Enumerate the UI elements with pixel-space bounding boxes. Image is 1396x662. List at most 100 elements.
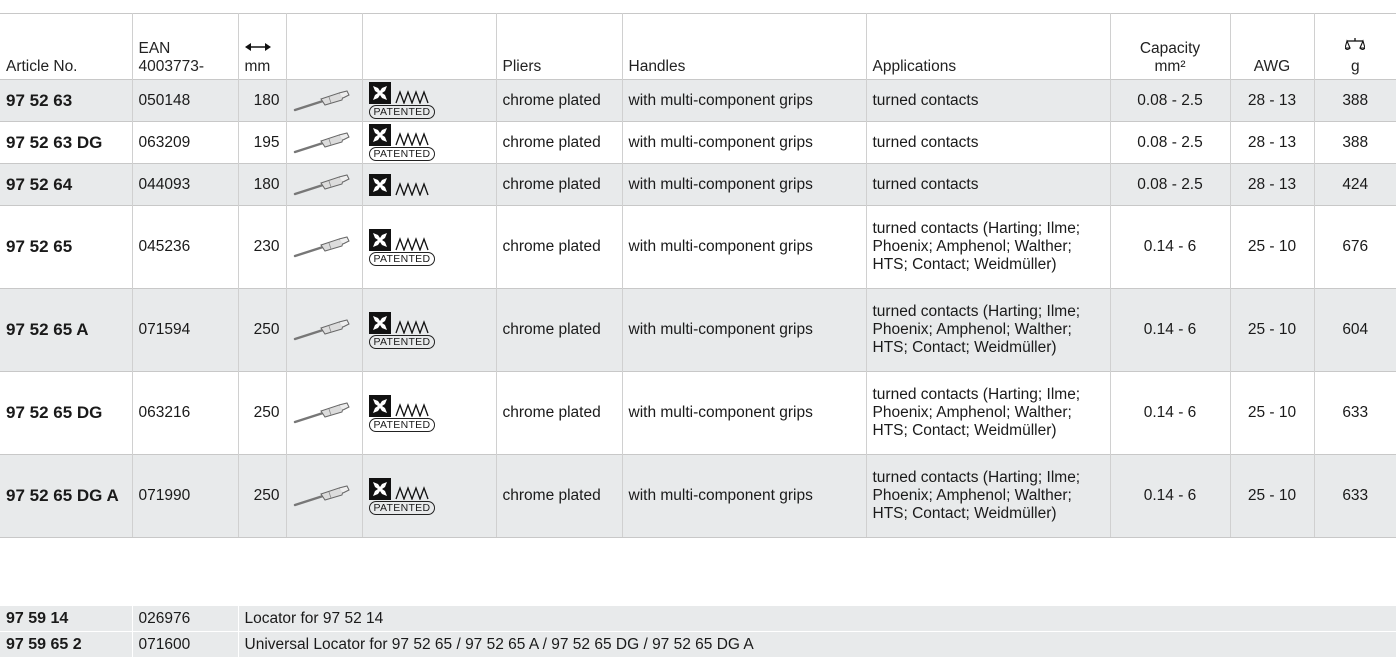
- table-row: 97 52 63 050148 180 PATENTED chrome plat…: [0, 79, 1396, 122]
- capacity-value: 0.08 - 2.5: [1110, 79, 1231, 122]
- square-cross-icon: [368, 477, 391, 500]
- turned-contact-icon: [293, 319, 350, 341]
- accessory-description: Universal Locator for 97 52 65 / 97 52 6…: [238, 631, 1396, 657]
- table-row: 97 52 64 044093 180 chrome plated with m…: [0, 163, 1396, 206]
- zigzag-icon: [394, 181, 429, 196]
- symbols-cell: PATENTED: [362, 454, 497, 538]
- square-cross-icon: [368, 173, 391, 196]
- accessory-article-number: 97 59 65 2: [0, 631, 133, 657]
- square-cross-icon: [368, 311, 391, 334]
- pliers-finish: chrome plated: [496, 79, 623, 122]
- ean-code: 045236: [132, 205, 239, 289]
- article-number: 97 52 65: [0, 205, 133, 289]
- zigzag-icon: [394, 319, 429, 334]
- tool-image-cell: [286, 205, 363, 289]
- table-row: 97 52 65 DG A 071990 250 PATENTED chrome…: [0, 454, 1396, 538]
- accessory-ean-code: 026976: [132, 605, 239, 632]
- capacity-value: 0.14 - 6: [1110, 454, 1231, 538]
- symbols-cell: [362, 163, 497, 206]
- ean-code: 063209: [132, 121, 239, 164]
- patented-badge: PATENTED: [368, 334, 436, 349]
- capacity-value: 0.08 - 2.5: [1110, 121, 1231, 164]
- weight-value: 633: [1314, 454, 1396, 538]
- turned-contact-icon: [293, 89, 350, 111]
- accessory-ean-code: 071600: [132, 631, 239, 657]
- table-header-row: Article No. EAN 4003773- mm Pliers Handl…: [0, 13, 1396, 80]
- article-number: 97 52 64: [0, 163, 133, 206]
- table-row: 97 52 65 045236 230 PATENTED chrome plat…: [0, 205, 1396, 289]
- tool-image-cell: [286, 288, 363, 372]
- awg-value: 28 - 13: [1230, 79, 1315, 122]
- square-cross-icon: [368, 124, 391, 146]
- awg-value: 25 - 10: [1230, 288, 1315, 372]
- scale-icon: [1344, 38, 1366, 51]
- applications-text: turned contacts: [866, 121, 1111, 164]
- symbols-cell: PATENTED: [362, 121, 497, 164]
- tool-image-cell: [286, 371, 363, 455]
- header-symbols: [362, 13, 497, 80]
- weight-value: 604: [1314, 288, 1396, 372]
- header-length: mm: [238, 13, 287, 80]
- tool-image-cell: [286, 454, 363, 538]
- zigzag-icon: [394, 485, 429, 500]
- header-length-unit: mm: [244, 58, 271, 75]
- symbols-cell: PATENTED: [362, 79, 497, 122]
- header-capacity-line1: Capacity: [1139, 40, 1201, 57]
- header-capacity: Capacity mm²: [1110, 13, 1231, 80]
- handles-type: with multi-component grips: [622, 121, 867, 164]
- handles-type: with multi-component grips: [622, 79, 867, 122]
- pliers-finish: chrome plated: [496, 288, 623, 372]
- pliers-finish: chrome plated: [496, 163, 623, 206]
- length-value: 180: [238, 79, 287, 122]
- awg-value: 25 - 10: [1230, 371, 1315, 455]
- handles-type: with multi-component grips: [622, 163, 867, 206]
- tool-image-cell: [286, 79, 363, 122]
- header-pliers: Pliers: [496, 13, 623, 80]
- pliers-finish: chrome plated: [496, 205, 623, 289]
- turned-contact-icon: [293, 402, 350, 424]
- turned-contact-icon: [293, 485, 350, 507]
- handles-type: with multi-component grips: [622, 454, 867, 538]
- header-weight-unit: g: [1350, 58, 1360, 75]
- product-table: Article No. EAN 4003773- mm Pliers Handl…: [0, 13, 1396, 538]
- awg-value: 25 - 10: [1230, 205, 1315, 289]
- header-applications: Applications: [866, 13, 1111, 80]
- header-ean: EAN 4003773-: [132, 13, 239, 80]
- capacity-value: 0.14 - 6: [1110, 288, 1231, 372]
- length-value: 180: [238, 163, 287, 206]
- ean-code: 063216: [132, 371, 239, 455]
- pliers-finish: chrome plated: [496, 371, 623, 455]
- length-value: 250: [238, 371, 287, 455]
- capacity-value: 0.14 - 6: [1110, 371, 1231, 455]
- symbols-cell: PATENTED: [362, 288, 497, 372]
- ean-code: 071990: [132, 454, 239, 538]
- product-rows: 97 52 63 050148 180 PATENTED chrome plat…: [0, 79, 1396, 538]
- tool-image-cell: [286, 121, 363, 164]
- handles-type: with multi-component grips: [622, 288, 867, 372]
- ean-code: 071594: [132, 288, 239, 372]
- accessory-row: 97 59 65 2 071600 Universal Locator for …: [0, 631, 1396, 657]
- header-ean-line2: 4003773-: [138, 58, 205, 75]
- length-value: 250: [238, 454, 287, 538]
- weight-value: 633: [1314, 371, 1396, 455]
- table-row: 97 52 65 DG 063216 250 PATENTED chrome p…: [0, 371, 1396, 455]
- zigzag-icon: [394, 90, 429, 104]
- header-article-no: Article No.: [0, 13, 133, 80]
- accessories-table: 97 59 14 026976 Locator for 97 52 14 97 …: [0, 605, 1396, 657]
- applications-text: turned contacts (Harting; Ilme; Phoenix;…: [866, 288, 1111, 372]
- double-arrow-icon: [244, 43, 271, 51]
- weight-value: 676: [1314, 205, 1396, 289]
- patented-badge: PATENTED: [368, 417, 436, 432]
- patented-badge: PATENTED: [368, 251, 436, 266]
- ean-code: 044093: [132, 163, 239, 206]
- applications-text: turned contacts: [866, 163, 1111, 206]
- capacity-value: 0.14 - 6: [1110, 205, 1231, 289]
- length-value: 250: [238, 288, 287, 372]
- header-handles: Handles: [622, 13, 867, 80]
- article-number: 97 52 63 DG: [0, 121, 133, 164]
- zigzag-icon: [394, 132, 429, 146]
- awg-value: 28 - 13: [1230, 163, 1315, 206]
- turned-contact-icon: [293, 131, 350, 153]
- patented-badge: PATENTED: [368, 147, 436, 161]
- applications-text: turned contacts (Harting; Ilme; Phoenix;…: [866, 371, 1111, 455]
